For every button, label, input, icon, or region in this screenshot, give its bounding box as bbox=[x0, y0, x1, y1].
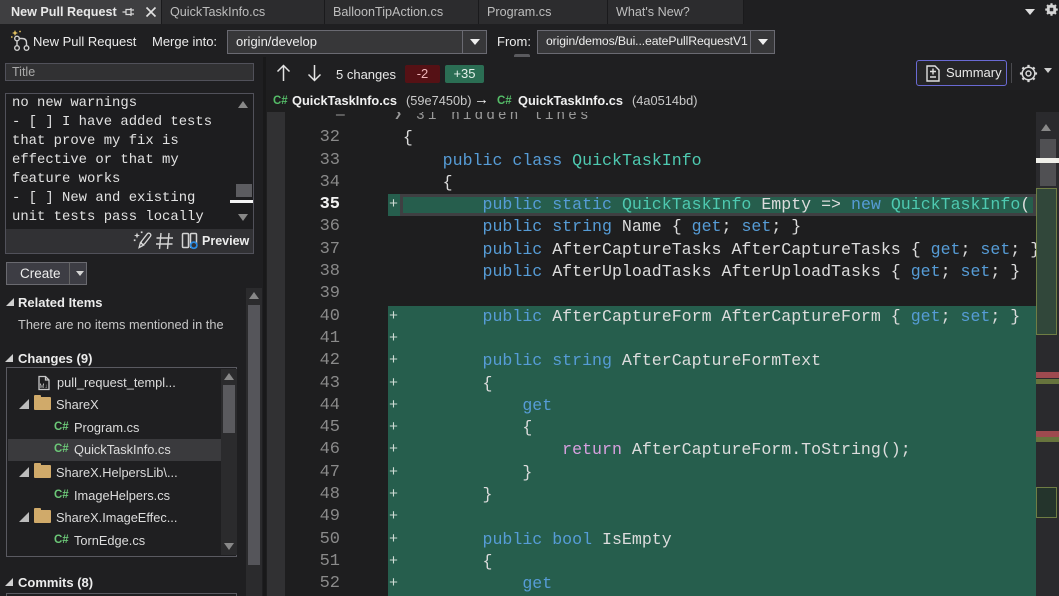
svg-text:M↓: M↓ bbox=[40, 384, 48, 390]
